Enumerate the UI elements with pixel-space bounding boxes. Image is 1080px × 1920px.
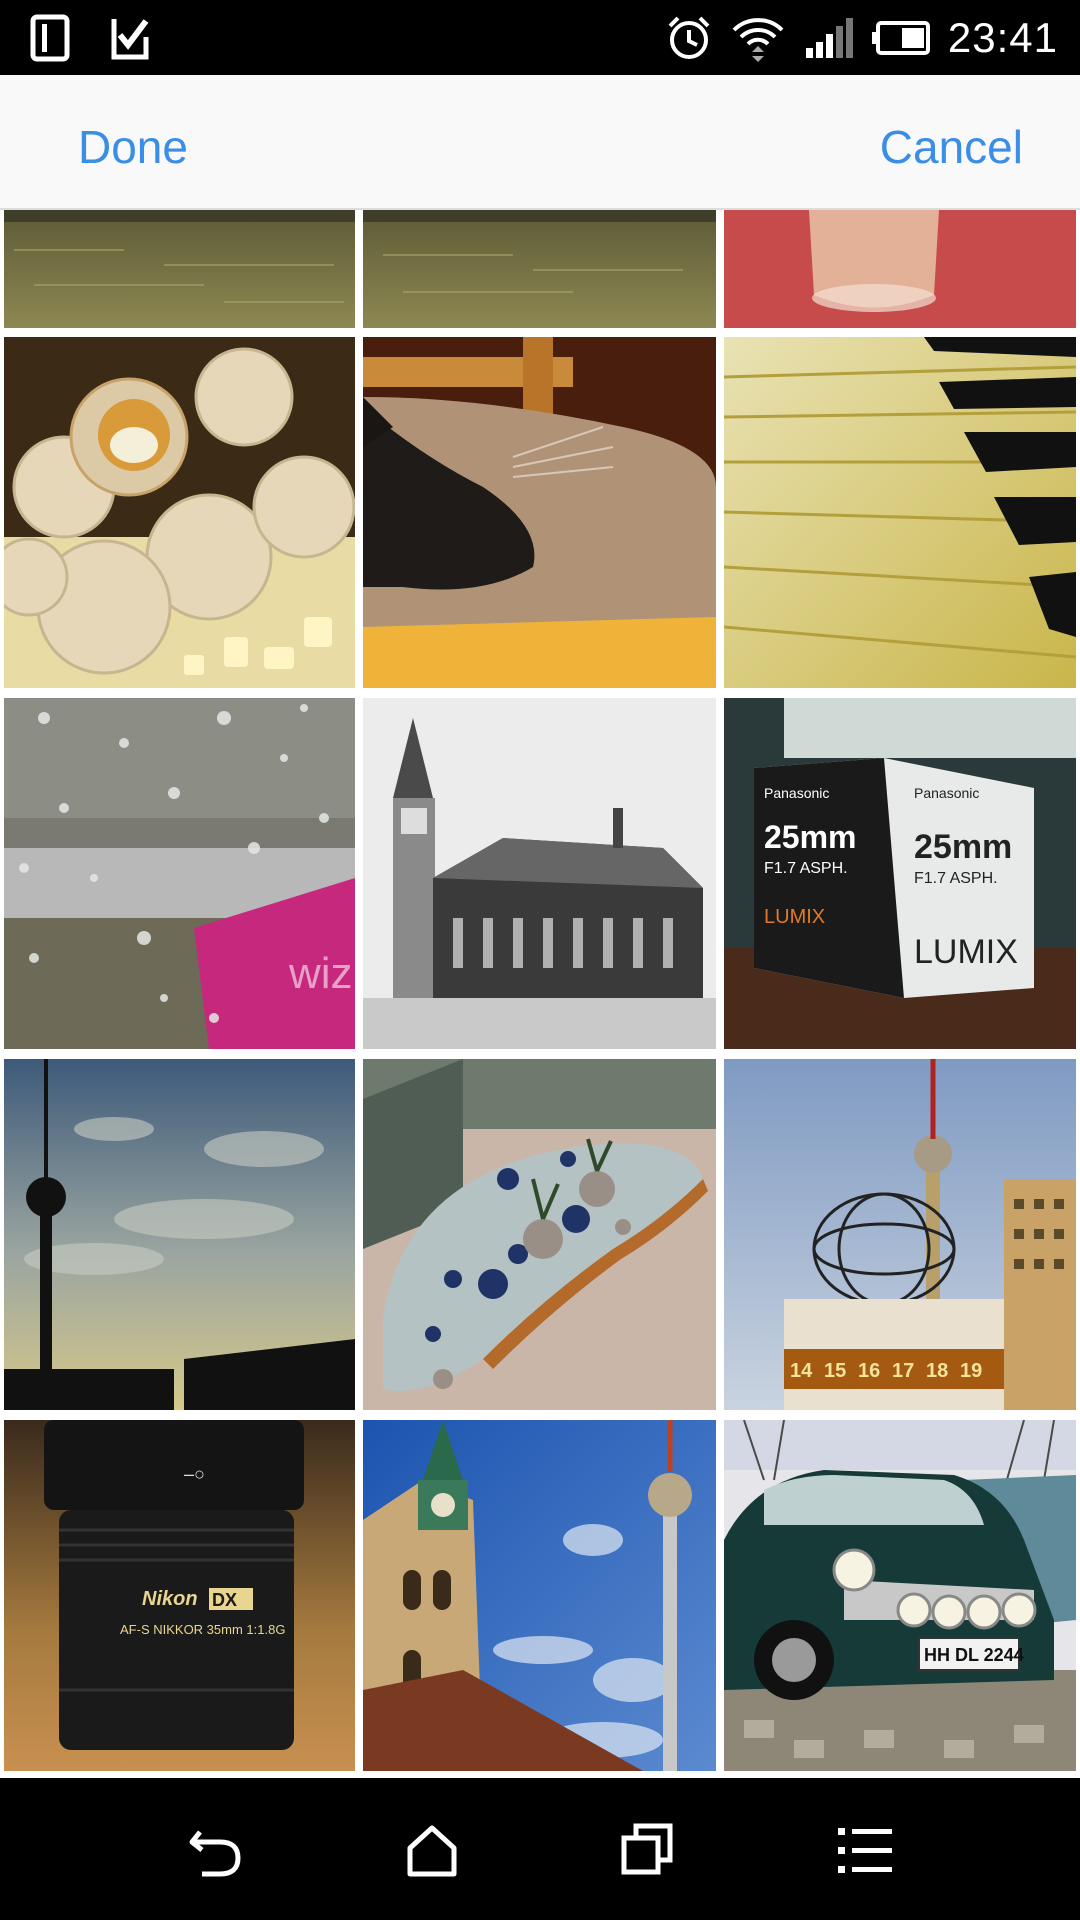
photo-text: DX	[212, 1590, 237, 1610]
cell-signal-icon	[804, 18, 854, 58]
photo-thumbnail[interactable]: Nikon DX AF-S NIKKOR 35mm 1:1.8G –○	[4, 1420, 355, 1771]
sim-card-icon	[30, 14, 70, 62]
photo-thumbnail[interactable]: 14 15 16 17 18 19	[724, 1059, 1076, 1410]
action-bar: Done Cancel	[0, 75, 1080, 210]
battery-icon	[871, 21, 930, 55]
photo-text: Nikon	[142, 1588, 198, 1610]
clipboard-check-icon	[110, 15, 150, 61]
photo-thumbnail[interactable]: Panasonic 25mm F1.7 ASPH. LUMIX Panasoni…	[724, 698, 1076, 1049]
photo-text: LUMIX	[764, 906, 825, 928]
wifi-icon	[730, 14, 786, 62]
photo-text: Panasonic	[914, 785, 979, 801]
photo-text: HH DL 2244	[924, 1645, 1024, 1665]
photo-text: 15	[824, 1360, 846, 1382]
photo-thumbnail[interactable]	[363, 210, 716, 328]
photo-thumbnail[interactable]: wiz	[4, 698, 355, 1049]
recents-icon[interactable]	[612, 1814, 684, 1886]
photo-text: 19	[960, 1360, 982, 1382]
photo-text: 25mm	[914, 828, 1012, 866]
home-icon[interactable]	[396, 1814, 468, 1886]
photo-text: wiz	[288, 949, 353, 998]
photo-thumbnail[interactable]	[4, 210, 355, 328]
photo-thumbnail[interactable]	[4, 337, 355, 688]
photo-text: AF-S NIKKOR 35mm 1:1.8G	[120, 1622, 285, 1637]
photo-thumbnail[interactable]	[724, 210, 1076, 328]
photo-text: F1.7 ASPH.	[764, 860, 848, 877]
photo-text: Panasonic	[764, 785, 829, 801]
photo-text: LUMIX	[914, 933, 1018, 971]
photo-text: 16	[858, 1360, 880, 1382]
cancel-button[interactable]: Cancel	[880, 120, 1023, 174]
photo-text: 18	[926, 1360, 948, 1382]
svg-text:–○: –○	[184, 1464, 205, 1484]
photo-thumbnail[interactable]	[4, 1059, 355, 1410]
photo-thumbnail[interactable]	[363, 337, 716, 688]
navigation-bar	[0, 1778, 1080, 1920]
photo-thumbnail[interactable]	[724, 337, 1076, 688]
status-bar: 23:41	[0, 0, 1080, 75]
photo-thumbnail[interactable]	[363, 1420, 716, 1771]
photo-thumbnail[interactable]	[363, 1059, 716, 1410]
done-button[interactable]: Done	[78, 120, 188, 174]
photo-text: 14	[790, 1360, 813, 1382]
photo-text: 25mm	[764, 819, 857, 855]
photo-text: F1.7 ASPH.	[914, 870, 998, 887]
back-icon[interactable]	[180, 1814, 252, 1886]
photo-text: 17	[892, 1360, 914, 1382]
photo-grid: wiz Panasonic 25mm F1.7 ASPH. LUMIX Pana…	[0, 210, 1080, 1777]
alarm-clock-icon	[666, 14, 712, 62]
menu-icon[interactable]	[828, 1814, 900, 1886]
photo-thumbnail[interactable]: HH DL 2244	[724, 1420, 1076, 1771]
clock-time: 23:41	[947, 14, 1058, 61]
photo-thumbnail[interactable]	[363, 698, 716, 1049]
